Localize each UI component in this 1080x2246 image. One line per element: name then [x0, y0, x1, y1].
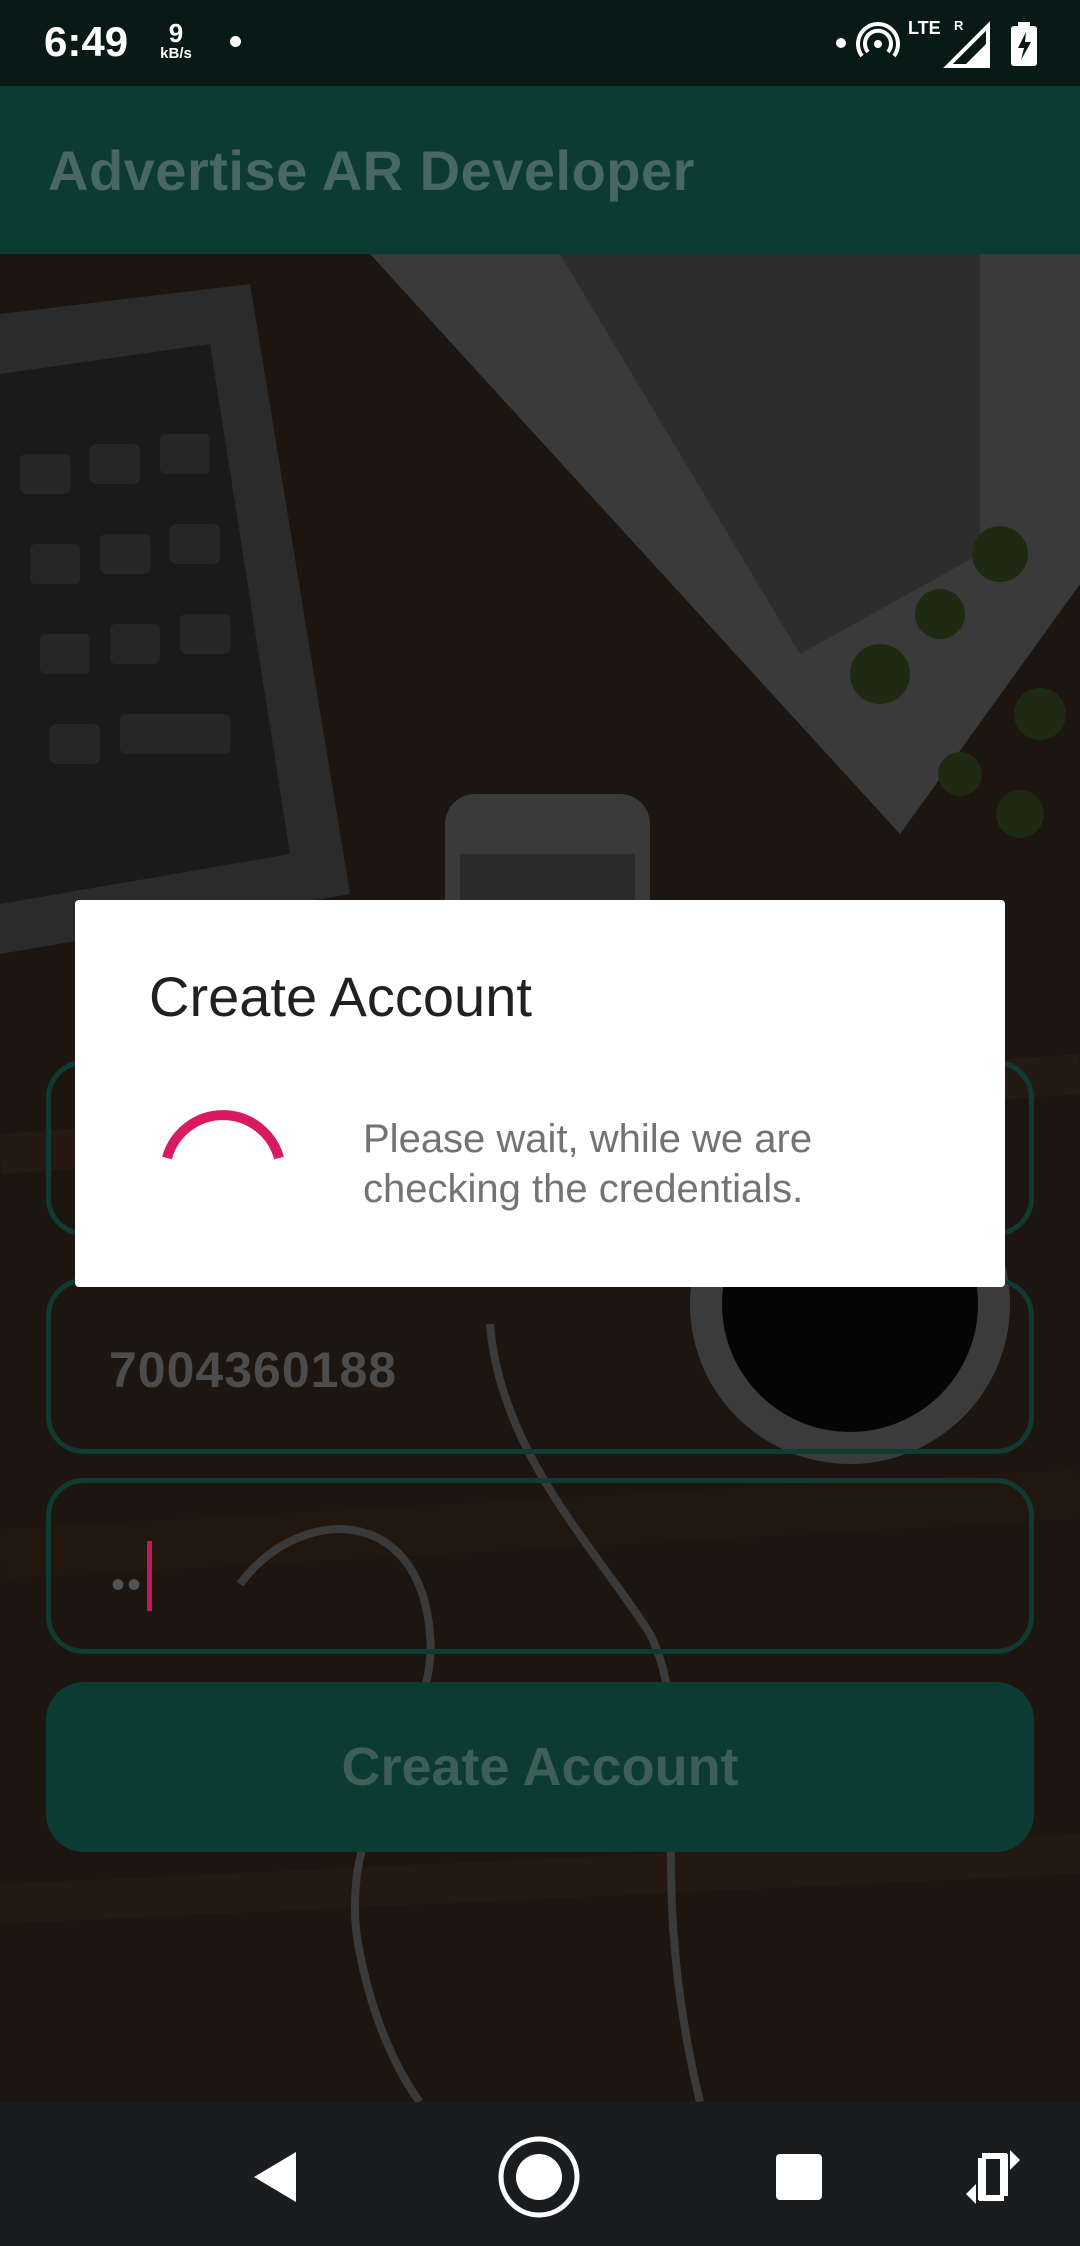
dialog-message: Please wait, while we are checking the c… — [363, 1117, 813, 1211]
battery-charging-icon — [1010, 22, 1038, 71]
hotspot-icon — [856, 22, 900, 67]
lte-label: LTE — [908, 18, 941, 38]
text-cursor — [147, 1541, 152, 1611]
recent-apps-icon[interactable] — [754, 2132, 844, 2222]
dialog-title: Create Account — [149, 965, 532, 1028]
phone-value: 7004360188 — [109, 1342, 398, 1398]
progress-dialog: Create Account Please wait, while we are… — [75, 900, 1005, 1287]
status-dot-icon — [836, 38, 846, 48]
phone-field[interactable]: 7004360188 — [46, 1278, 1034, 1454]
signal-lte-icon: LTE R — [908, 16, 992, 73]
rotate-icon[interactable] — [948, 2132, 1038, 2222]
network-speed-unit: kB/s — [160, 45, 192, 62]
create-account-button[interactable]: Create Account — [46, 1682, 1034, 1852]
home-icon[interactable] — [494, 2132, 584, 2222]
network-speed-value: 9 — [168, 18, 184, 48]
clock: 6:49 — [44, 18, 129, 65]
notification-dot-icon — [230, 36, 241, 47]
app-bar: Advertise AR Developer — [0, 86, 1080, 254]
loading-spinner-icon — [155, 1096, 295, 1181]
network-speed: 9 kB/s — [158, 20, 194, 61]
navigation-bar — [0, 2102, 1080, 2246]
roaming-label: R — [954, 18, 964, 33]
back-icon[interactable] — [232, 2132, 322, 2222]
password-value: •• — [111, 1563, 144, 1607]
app-title: Advertise AR Developer — [48, 139, 695, 202]
status-bar: 6:49 9 kB/s LTE R — [0, 0, 1080, 86]
password-field[interactable]: •• — [46, 1478, 1034, 1654]
